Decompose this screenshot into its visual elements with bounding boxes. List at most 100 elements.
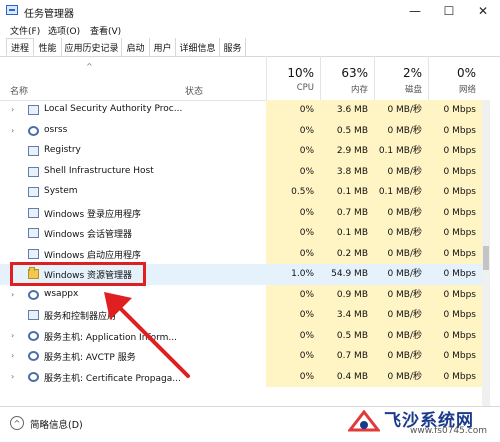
process-row[interactable]: › Local Security Authority Proc... 0% 3.6 M… (0, 100, 490, 121)
disk-total-percent: 2% (402, 66, 422, 80)
process-memory: 0.1 MB (320, 182, 374, 203)
expand-chevron-icon[interactable]: › (11, 351, 14, 360)
column-header-status[interactable]: 状态 (185, 84, 203, 97)
expand-chevron-icon[interactable]: › (11, 105, 14, 114)
window-icon (28, 146, 39, 156)
window-icon (28, 248, 39, 259)
process-memory: 0.5 MB (320, 325, 374, 346)
memory-total-percent: 63% (341, 66, 368, 80)
process-disk: 0.1 MB/秒 (374, 182, 428, 203)
process-network: 0 Mbps (428, 284, 482, 305)
process-disk: 0 MB/秒 (374, 120, 428, 141)
process-network: 0 Mbps (428, 325, 482, 346)
process-disk: 0 MB/秒 (374, 161, 428, 182)
process-cpu: 0% (266, 120, 320, 141)
process-row[interactable]: Windows 登录应用程序 0% 0.7 MB 0 MB/秒 0 Mbps (0, 202, 490, 223)
process-name: Shell Infrastructure Host (44, 165, 154, 176)
process-network: 0 Mbps (428, 346, 482, 367)
process-network: 0 Mbps (428, 305, 482, 326)
window-icon (28, 105, 39, 115)
process-network: 0 Mbps (428, 120, 482, 141)
process-row[interactable]: › 服务主机: Application Inform... 0% 0.5 MB 0 MB… (0, 325, 490, 346)
process-network: 0 Mbps (428, 100, 482, 121)
process-name: System (44, 186, 78, 196)
window-icon (28, 228, 39, 238)
expand-chevron-icon[interactable]: › (11, 372, 14, 381)
process-cpu: 0% (266, 284, 320, 305)
process-row[interactable]: › wsappx 0% 0.9 MB 0 MB/秒 0 Mbps (0, 284, 490, 305)
process-disk: 0 MB/秒 (374, 223, 428, 244)
process-name: Windows 会话管理器 (44, 230, 133, 240)
process-network: 0 Mbps (428, 202, 482, 223)
process-name: Local Security Authority Proc... (44, 104, 183, 114)
process-memory: 3.8 MB (320, 161, 374, 182)
column-header-cpu[interactable]: 10% CPU (266, 56, 320, 100)
expand-chevron-icon[interactable]: › (11, 126, 14, 135)
process-row[interactable]: › 服务主机: Certificate Propaga... 0% 0.4 MB 0 M… (0, 366, 490, 387)
process-cpu: 0.5% (266, 182, 320, 203)
process-row[interactable]: 服务和控制器应用 0% 3.4 MB 0 MB/秒 0 Mbps (0, 305, 490, 326)
process-cpu: 0% (266, 346, 320, 367)
column-header-disk[interactable]: 2% 磁盘 (374, 56, 428, 100)
process-row[interactable]: › osrss 0% 0.5 MB 0 MB/秒 0 Mbps (0, 120, 490, 141)
process-cpu: 0% (266, 141, 320, 162)
process-disk: 0 MB/秒 (374, 346, 428, 367)
tab-users[interactable]: 用户 (150, 38, 176, 56)
window-icon (28, 187, 39, 197)
cpu-total-percent: 10% (287, 66, 314, 80)
process-row[interactable]: System 0.5% 0.1 MB 0.1 MB/秒 0 Mbps (0, 182, 490, 203)
expand-chevron-icon[interactable]: › (11, 290, 14, 299)
column-header-network[interactable]: 0% 网络 (428, 56, 482, 100)
column-header-name[interactable]: 名称 (10, 84, 28, 97)
tab-processes[interactable]: 进程 (6, 38, 34, 56)
menu-file[interactable]: 文件(F) (10, 24, 40, 37)
watermark-logo-icon (348, 410, 380, 432)
process-network: 0 Mbps (428, 141, 482, 162)
scrollbar-thumb[interactable] (483, 246, 489, 270)
sort-indicator-icon: ^ (86, 62, 93, 71)
annotation-arrow (104, 292, 190, 378)
column-header-memory[interactable]: 63% 内存 (320, 56, 374, 100)
process-name: Windows 登录应用程序 (44, 209, 142, 220)
tab-app-history[interactable]: 应用历史记录 (62, 38, 122, 56)
menu-options[interactable]: 选项(O) (48, 24, 80, 37)
process-disk: 0 MB/秒 (374, 305, 428, 326)
process-row[interactable]: Shell Infrastructure Host 0% 3.8 MB 0 MB/秒 0… (0, 161, 490, 182)
gear-icon (28, 125, 39, 136)
process-cpu: 0% (266, 305, 320, 326)
process-row[interactable]: Windows 会话管理器 0% 0.1 MB 0 MB/秒 0 Mbps (0, 223, 490, 244)
minimize-button[interactable]: — (398, 0, 432, 22)
process-name: Windows 启动应用程序 (44, 250, 142, 261)
tab-services[interactable]: 服务 (220, 38, 246, 56)
process-cpu: 0% (266, 223, 320, 244)
window-icon (28, 310, 39, 320)
window-icon (28, 207, 39, 218)
fewer-details-link[interactable]: 简略信息(D) (30, 417, 83, 431)
menu-view[interactable]: 查看(V) (90, 24, 121, 37)
process-disk: 0 MB/秒 (374, 202, 428, 223)
process-name: wsappx (44, 288, 79, 299)
process-network: 0 Mbps (428, 223, 482, 244)
process-memory: 54.9 MB (320, 264, 374, 285)
tab-performance[interactable]: 性能 (34, 38, 62, 56)
highlight-box (10, 262, 146, 286)
process-memory: 0.1 MB (320, 223, 374, 244)
watermark-url: www.fs0745.com (410, 426, 487, 436)
maximize-button[interactable]: ☐ (432, 0, 466, 22)
gear-icon (28, 330, 39, 341)
process-cpu: 0% (266, 243, 320, 264)
process-memory: 0.7 MB (320, 202, 374, 223)
task-manager-icon (6, 5, 18, 15)
collapse-icon[interactable]: ^ (10, 416, 24, 430)
close-button[interactable]: ✕ (466, 0, 500, 22)
process-row[interactable]: › 服务主机: AVCTP 服务 0% 0.7 MB 0 MB/秒 0 Mbps (0, 346, 490, 367)
process-cpu: 0% (266, 366, 320, 387)
tab-details[interactable]: 详细信息 (176, 38, 220, 56)
process-cpu: 1.0% (266, 264, 320, 285)
process-cpu: 0% (266, 325, 320, 346)
expand-chevron-icon[interactable]: › (11, 331, 14, 340)
tab-startup[interactable]: 启动 (122, 38, 150, 56)
process-disk: 0 MB/秒 (374, 264, 428, 285)
process-row[interactable]: Windows 启动应用程序 0% 0.2 MB 0 MB/秒 0 Mbps (0, 243, 490, 264)
process-row[interactable]: Registry 0% 2.9 MB 0.1 MB/秒 0 Mbps (0, 141, 490, 162)
